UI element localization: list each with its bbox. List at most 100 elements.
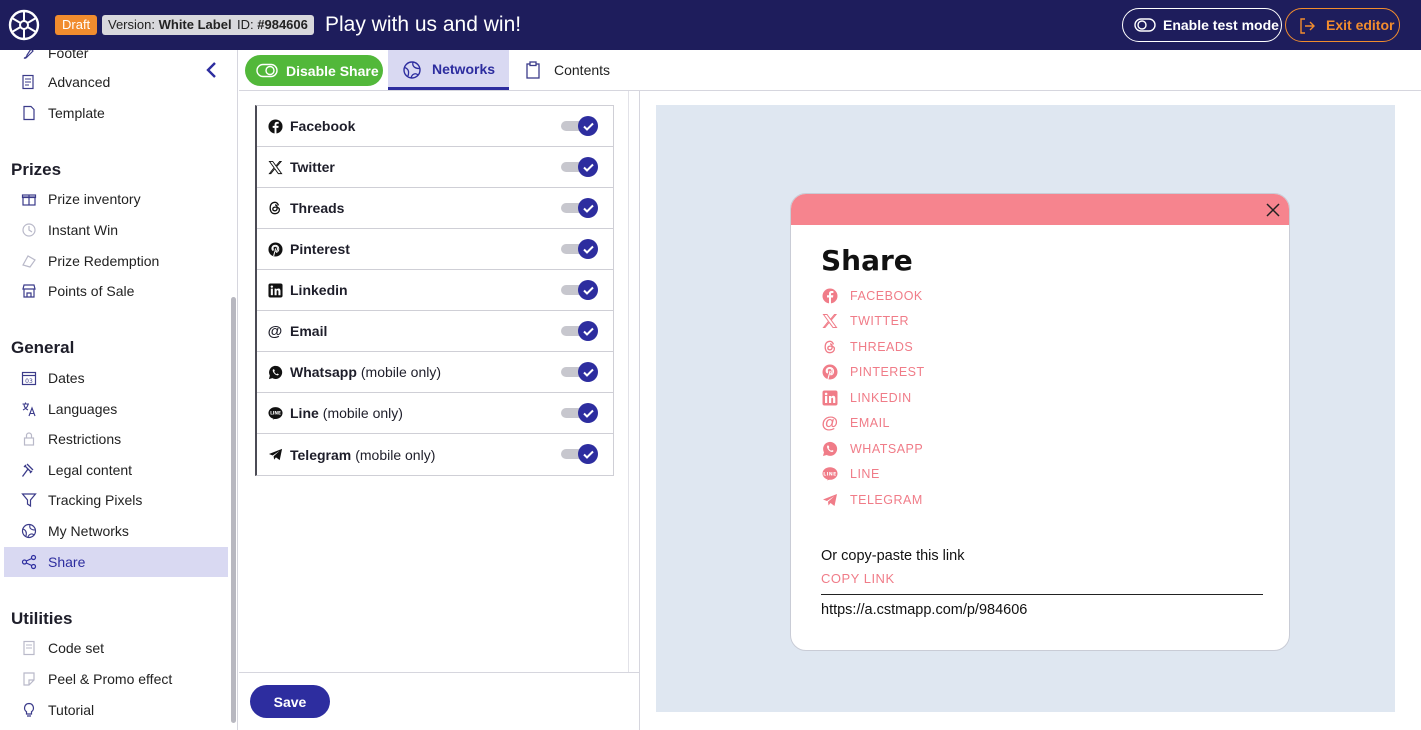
globe-icon — [403, 61, 421, 79]
sidebar-item-label: Restrictions — [48, 431, 122, 447]
sidebar-item-footer[interactable]: Footer — [4, 50, 228, 68]
draft-badge: Draft — [55, 15, 98, 35]
network-toggle[interactable] — [561, 321, 599, 341]
sidebar-item-restrictions[interactable]: Restrictions — [4, 424, 228, 454]
exit-icon — [1300, 18, 1315, 34]
sidebar-item-tutorial[interactable]: Tutorial — [4, 695, 228, 725]
tab-contents-label: Contents — [554, 62, 611, 78]
enable-test-mode-button[interactable]: Enable test mode — [1122, 8, 1282, 42]
sidebar-item-label: My Networks — [48, 523, 129, 539]
toggle-icon — [256, 63, 278, 78]
preview-canvas: Share FACEBOOK TWITTER THREADS PINTEREST — [656, 105, 1395, 712]
share-link-label: LINE — [850, 467, 880, 482]
check-icon — [582, 409, 594, 418]
sidebar-item-my-networks[interactable]: My Networks — [4, 516, 228, 546]
share-link-label: WHATSAPP — [850, 441, 924, 456]
telegram-icon — [821, 491, 839, 509]
network-row-pinterest: Pinterest — [257, 229, 613, 270]
sidebar-item-languages[interactable]: Languages — [4, 394, 228, 424]
share-link-telegram[interactable]: TELEGRAM — [821, 487, 925, 513]
globe-icon — [20, 522, 38, 540]
tab-contents[interactable]: Contents — [519, 50, 629, 90]
campaign-title: Play with us and win! — [325, 13, 522, 36]
share-link-label: TELEGRAM — [850, 492, 923, 507]
network-name: Whatsapp — [290, 364, 357, 380]
panel-footer: Save — [239, 672, 639, 730]
share-link-pinterest[interactable]: PINTEREST — [821, 360, 925, 386]
network-row-email: @ Email — [257, 311, 613, 352]
sidebar-scrollbar[interactable] — [231, 297, 236, 723]
sidebar-item-prize-inventory[interactable]: Prize inventory — [4, 184, 228, 214]
network-toggle[interactable] — [561, 116, 599, 136]
sidebar-item-points-of-sale[interactable]: Points of Sale — [4, 276, 228, 306]
sidebar-item-tracking-pixels[interactable]: Tracking Pixels — [4, 485, 228, 515]
share-link-facebook[interactable]: FACEBOOK — [821, 283, 925, 309]
whatsapp-icon — [267, 364, 283, 380]
share-link-line[interactable]: LINE LINE — [821, 462, 925, 488]
tab-networks[interactable]: Networks — [388, 50, 509, 90]
share-link-linkedin[interactable]: LINKEDIN — [821, 385, 925, 411]
share-link-threads[interactable]: THREADS — [821, 334, 925, 360]
sidebar-item-label: Legal content — [48, 462, 133, 478]
disable-share-button[interactable]: Disable Share — [245, 55, 383, 86]
sidebar-item-label: Prize inventory — [48, 191, 141, 207]
sidebar-item-prize-redemption[interactable]: Prize Redemption — [4, 246, 228, 276]
network-toggle[interactable] — [561, 403, 599, 423]
share-link-twitter[interactable]: TWITTER — [821, 309, 925, 335]
telegram-icon — [267, 447, 283, 463]
sidebar-item-peel-promo[interactable]: Peel & Promo effect — [4, 664, 228, 694]
line-icon: LINE — [267, 405, 283, 421]
network-toggle[interactable] — [561, 157, 599, 177]
network-name: Linkedin — [290, 282, 348, 298]
network-name: Twitter — [290, 159, 335, 175]
sidebar-item-label: Share — [48, 554, 86, 570]
sidebar-item-label: Languages — [48, 401, 118, 417]
panel-scrollbar[interactable] — [628, 91, 629, 673]
network-toggle[interactable] — [561, 239, 599, 259]
share-link-email[interactable]: @ EMAIL — [821, 411, 925, 437]
close-icon[interactable] — [1265, 202, 1281, 218]
whatsapp-icon — [821, 440, 839, 458]
version-value: White Label — [158, 17, 232, 32]
copy-link-button[interactable]: COPY LINK — [821, 571, 895, 586]
network-toggle[interactable] — [561, 280, 599, 300]
check-icon — [582, 368, 594, 377]
threads-icon — [821, 338, 839, 356]
sidebar-item-dates[interactable]: 03 Dates — [4, 363, 228, 393]
check-icon — [582, 204, 594, 213]
id-value: #984606 — [257, 17, 308, 32]
app-logo-icon[interactable] — [8, 9, 40, 41]
share-url[interactable]: https://a.cstmapp.com/p/984606 — [821, 602, 1027, 618]
sidebar-item-label: Instant Win — [48, 222, 119, 238]
sidebar-item-share[interactable]: Share — [4, 547, 228, 577]
tab-bar: Disable Share Networks Contents — [239, 50, 1421, 91]
save-button[interactable]: Save — [250, 685, 330, 718]
share-link-whatsapp[interactable]: WHATSAPP — [821, 436, 925, 462]
network-toggle[interactable] — [561, 362, 599, 382]
sidebar-item-advanced[interactable]: Advanced — [4, 67, 228, 97]
toggle-icon — [1134, 18, 1156, 32]
network-toggle[interactable] — [561, 198, 599, 218]
share-icon — [20, 553, 38, 571]
filter-icon — [20, 491, 38, 509]
network-name: Pinterest — [290, 241, 350, 257]
tab-networks-label: Networks — [432, 60, 496, 77]
lock-icon — [20, 430, 38, 448]
translate-icon — [20, 400, 38, 418]
share-link-label: FACEBOOK — [850, 288, 923, 303]
networks-panel: Facebook Twitter Threads Pinterest Linke… — [239, 91, 640, 730]
sidebar-item-legal-content[interactable]: Legal content — [4, 455, 228, 485]
sidebar-item-template[interactable]: Template — [4, 98, 228, 128]
network-toggle[interactable] — [561, 444, 599, 464]
divider — [821, 594, 1263, 595]
sidebar-item-label: Code set — [48, 640, 105, 656]
disable-share-label: Disable Share — [286, 62, 379, 79]
exit-editor-button[interactable]: Exit editor — [1285, 8, 1400, 42]
share-link-label: TWITTER — [850, 314, 910, 329]
sidebar-item-label: Tracking Pixels — [48, 492, 143, 508]
threads-icon — [267, 200, 283, 216]
sidebar-item-code-set[interactable]: Code set — [4, 633, 228, 663]
facebook-icon — [821, 287, 839, 305]
sidebar-item-instant-win[interactable]: Instant Win — [4, 215, 228, 245]
svg-text:LINE: LINE — [270, 410, 281, 416]
